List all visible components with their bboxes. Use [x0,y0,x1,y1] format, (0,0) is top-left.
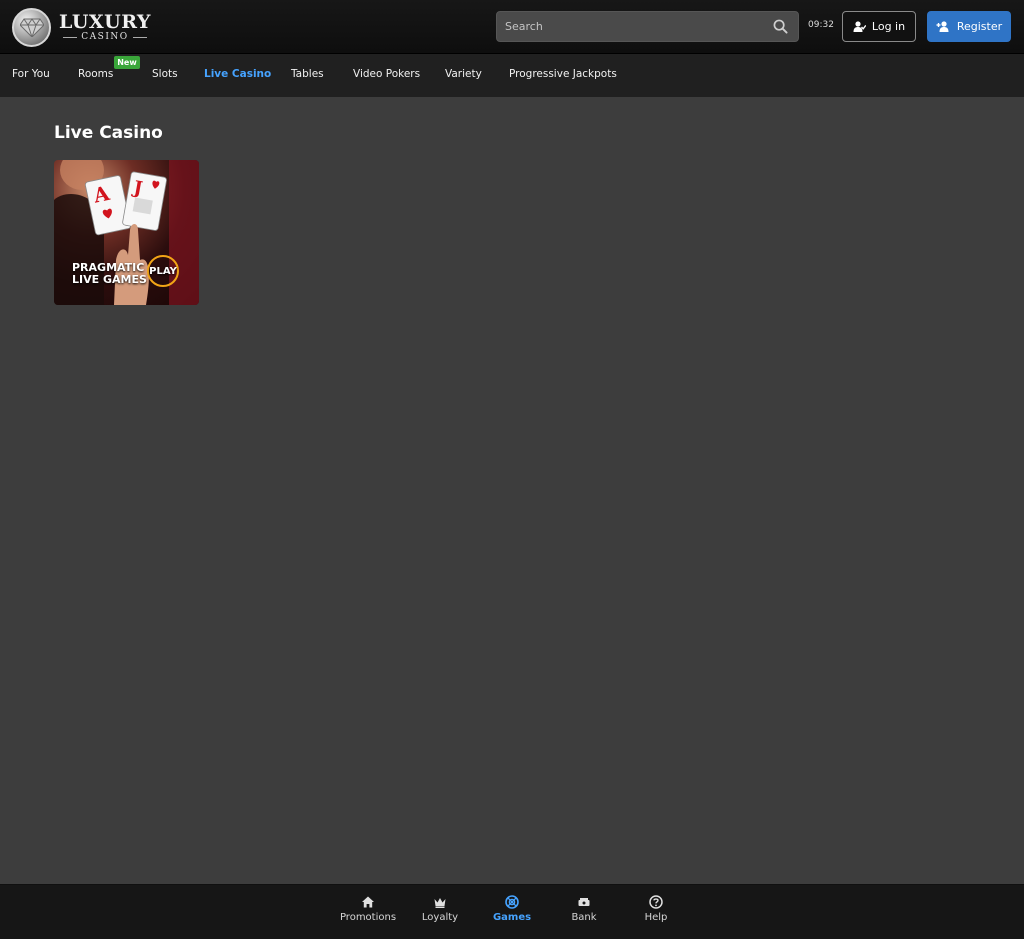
help-icon [649,895,663,909]
clock-time: 09:32 [808,20,834,30]
register-button[interactable]: Register [927,11,1011,42]
tab-rooms[interactable]: Rooms [78,68,113,80]
tab-variety[interactable]: Variety [445,68,482,80]
bottom-nav-label: Help [644,912,668,923]
bottom-nav: Promotions Loyalty Games Bank Help [0,884,1024,939]
user-login-icon [853,21,866,32]
game-provider-line2: LIVE GAMES [72,273,147,286]
new-badge: New [114,56,140,69]
casino-logo[interactable]: LUXURY CASINO [12,7,151,47]
bottom-nav-label: Loyalty [421,912,459,923]
top-header: LUXURY CASINO 09:32 Log in Register [0,0,1024,54]
user-plus-icon [936,21,949,32]
bottom-nav-label: Games [492,912,532,923]
game-tile-caption: PRAGMATIC LIVE GAMES [72,262,147,286]
bottom-nav-promotions[interactable]: Promotions [333,895,403,923]
bottom-nav-bank[interactable]: Bank [549,895,619,923]
bottom-nav-label: Promotions [339,912,397,923]
games-icon [505,895,519,909]
tab-live-casino[interactable]: Live Casino [204,68,271,80]
search-icon[interactable] [773,19,788,34]
game-tile-pragmatic-live[interactable]: A J PRAGMATIC LIVE GAMES PLAY [54,160,199,305]
bottom-nav-games[interactable]: Games [477,895,547,923]
tab-for-you[interactable]: For You [12,68,50,80]
tab-progressive-jackpots[interactable]: Progressive Jackpots [509,68,617,80]
tab-tables[interactable]: Tables [291,68,324,80]
bank-icon [578,898,590,906]
login-button[interactable]: Log in [842,11,916,42]
register-label: Register [956,20,1003,33]
bottom-nav-loyalty[interactable]: Loyalty [405,895,475,923]
login-label: Log in [871,20,906,33]
logo-title: LUXURY [59,10,151,33]
bottom-nav-label: Bank [571,912,597,923]
crown-icon [434,898,446,908]
pragmatic-play-logo: PLAY [147,255,179,287]
logo-subtitle: CASINO [63,32,146,43]
tab-video-pokers[interactable]: Video Pokers [353,68,420,80]
category-nav: For You Rooms New Slots Live Casino Tabl… [0,54,1024,97]
search-box [496,11,799,42]
search-input[interactable] [497,12,767,41]
diamond-logo-icon [12,7,51,47]
home-icon [362,896,374,908]
tab-slots[interactable]: Slots [152,68,178,80]
bottom-nav-help[interactable]: Help [621,895,691,923]
page-title: Live Casino [54,123,163,143]
